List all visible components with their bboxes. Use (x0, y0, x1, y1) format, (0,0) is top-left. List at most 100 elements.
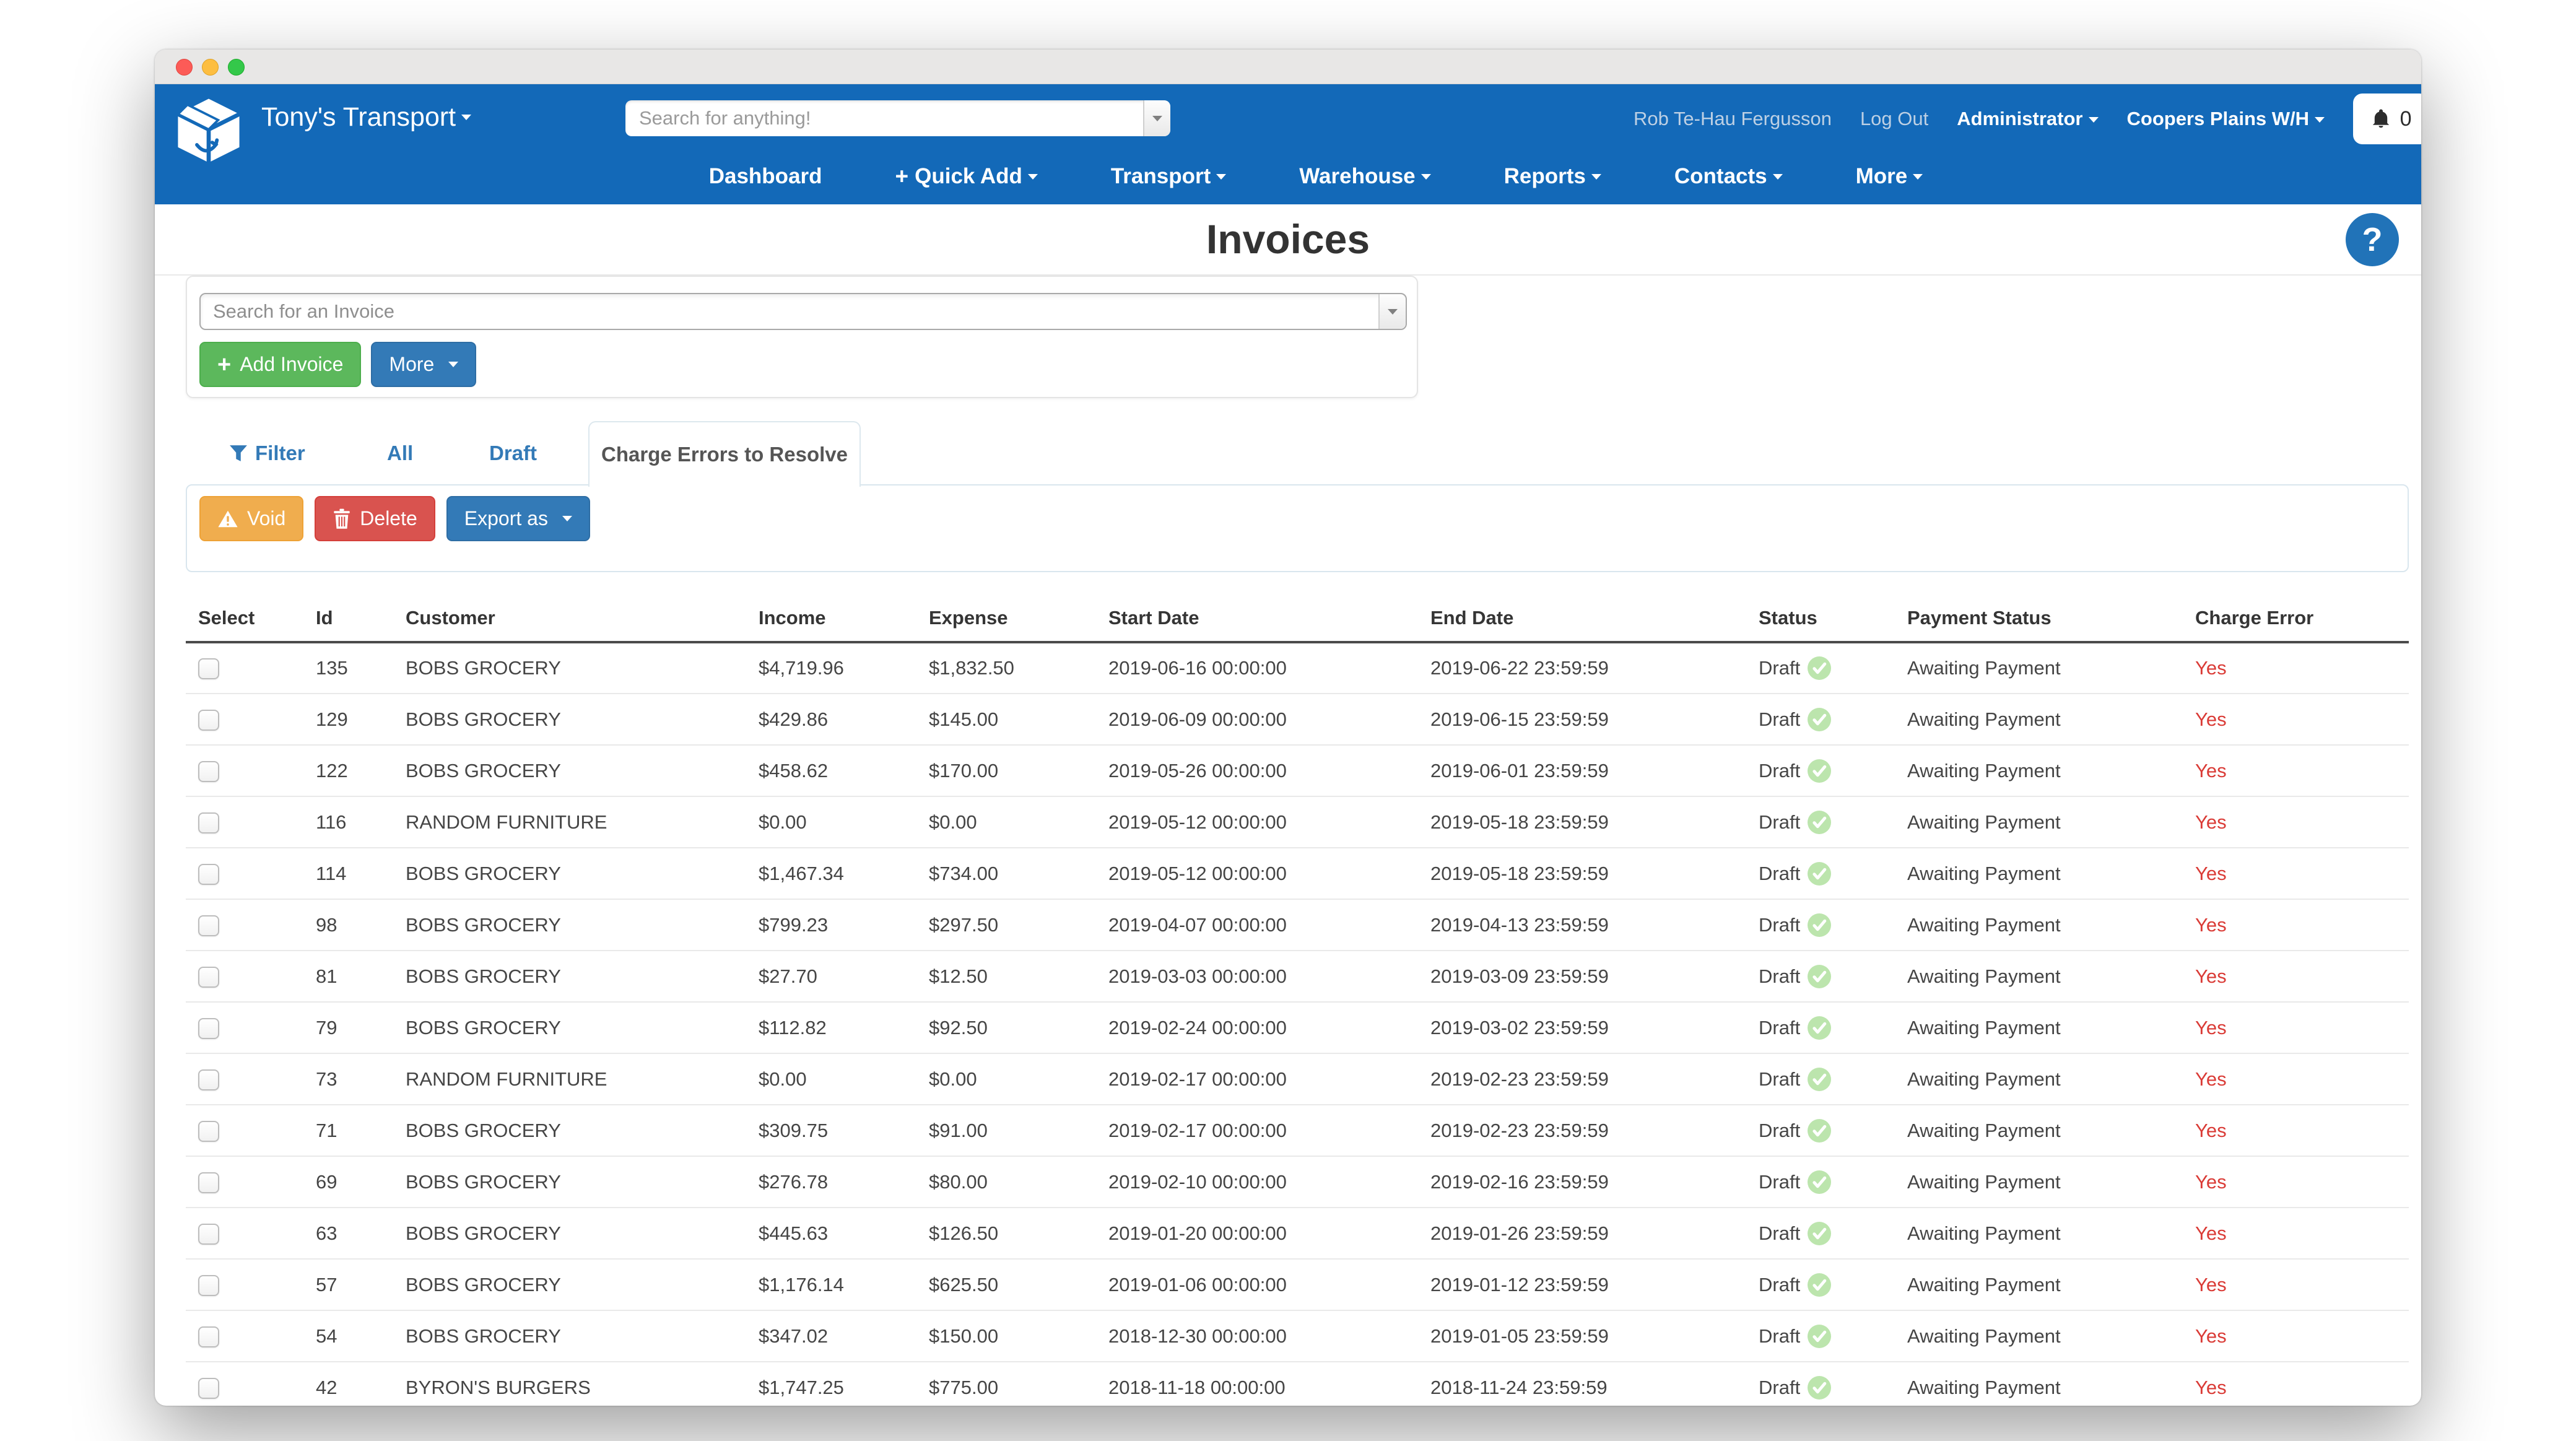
row-select-checkbox[interactable] (198, 1172, 219, 1193)
combo-arrow-icon[interactable] (1378, 294, 1406, 329)
nav-menu-item[interactable]: Warehouse (1299, 164, 1430, 189)
cell-income: $1,467.34 (759, 848, 929, 899)
plus-icon: + (895, 163, 909, 189)
cell-start-date: 2019-01-06 00:00:00 (1108, 1259, 1430, 1310)
cell-start-date: 2018-12-30 00:00:00 (1108, 1310, 1430, 1362)
row-select-checkbox[interactable] (198, 915, 219, 936)
cell-end-date: 2019-02-16 23:59:59 (1430, 1156, 1759, 1208)
nav-menu-item[interactable]: Transport (1111, 164, 1226, 189)
logout-link[interactable]: Log Out (1860, 108, 1928, 130)
cell-status: Draft (1759, 1208, 1907, 1259)
zoom-window-button[interactable] (228, 59, 245, 76)
cell-customer: BOBS GROCERY (406, 694, 759, 745)
cell-customer: BOBS GROCERY (406, 848, 759, 899)
cell-id: 79 (316, 1002, 406, 1053)
cell-expense: $80.00 (929, 1156, 1108, 1208)
row-select-checkbox[interactable] (198, 1224, 219, 1245)
row-select-checkbox[interactable] (198, 710, 219, 731)
brand-menu[interactable]: Tony's Transport (261, 98, 471, 136)
row-select-checkbox[interactable] (198, 1378, 219, 1399)
check-circle-icon (1808, 1170, 1831, 1194)
void-button[interactable]: Void (199, 496, 303, 541)
check-circle-icon (1808, 1325, 1831, 1348)
chevron-down-icon (1773, 174, 1783, 180)
cell-status: Draft (1759, 848, 1907, 899)
invoice-row: 69 BOBS GROCERY $276.78 $80.00 2019-02-1… (186, 1156, 2409, 1208)
cell-payment-status: Awaiting Payment (1907, 1105, 2195, 1156)
cell-status: Draft (1759, 1105, 1907, 1156)
cell-expense: $92.50 (929, 1002, 1108, 1053)
cell-customer: BOBS GROCERY (406, 951, 759, 1002)
cell-status: Draft (1759, 694, 1907, 745)
minimize-window-button[interactable] (202, 59, 219, 76)
macos-titlebar (155, 50, 2421, 84)
cell-id: 122 (316, 745, 406, 796)
col-start-date: Start Date (1108, 594, 1430, 642)
global-search-placeholder: Search for anything! (625, 100, 1143, 136)
tab-all[interactable]: All (387, 421, 413, 485)
nav-menu-item[interactable]: Dashboard (709, 164, 822, 189)
global-search-input[interactable]: Search for anything! (625, 100, 1170, 136)
add-invoice-button[interactable]: + Add Invoice (199, 342, 361, 387)
tab-draft[interactable]: Draft (489, 421, 537, 485)
close-window-button[interactable] (176, 59, 193, 76)
row-select-checkbox[interactable] (198, 967, 219, 988)
export-as-button[interactable]: Export as (446, 496, 590, 541)
nav-menu-item[interactable]: Contacts (1674, 164, 1783, 189)
cell-expense: $1,832.50 (929, 642, 1108, 694)
help-button[interactable]: ? (2346, 213, 2399, 266)
notifications-button[interactable]: 0 (2353, 94, 2421, 144)
app-window: Tony's Transport Search for anything! Ro… (155, 50, 2421, 1406)
cell-status: Draft (1759, 1156, 1907, 1208)
col-charge-error: Charge Error (2195, 594, 2409, 642)
row-select-checkbox[interactable] (198, 658, 219, 679)
top-navbar: Tony's Transport Search for anything! Ro… (155, 84, 2421, 204)
nav-menu-item[interactable]: More (1856, 164, 1923, 189)
invoice-row: 63 BOBS GROCERY $445.63 $126.50 2019-01-… (186, 1208, 2409, 1259)
combo-arrow-icon[interactable] (1143, 100, 1170, 136)
cell-start-date: 2019-06-16 00:00:00 (1108, 642, 1430, 694)
delete-button[interactable]: Delete (315, 496, 435, 541)
nav-menu-item[interactable]: + Quick Add (895, 163, 1038, 189)
bell-icon (2370, 108, 2391, 129)
invoice-search-select[interactable]: Search for an Invoice (199, 293, 1407, 330)
cell-start-date: 2019-05-12 00:00:00 (1108, 796, 1430, 848)
cell-status: Draft (1759, 1053, 1907, 1105)
row-select-checkbox[interactable] (198, 761, 219, 782)
check-circle-icon (1808, 1068, 1831, 1091)
invoice-row: 129 BOBS GROCERY $429.86 $145.00 2019-06… (186, 694, 2409, 745)
warehouse-menu[interactable]: Coopers Plains W/H (2127, 108, 2325, 130)
tab-charge-errors-to-resolve[interactable]: Charge Errors to Resolve (588, 421, 861, 487)
nav-menu-item-label: More (1856, 164, 1908, 189)
nav-menu-item-label: Quick Add (915, 164, 1022, 189)
role-menu[interactable]: Administrator (1957, 108, 2098, 130)
status-text: Draft (1759, 1274, 1800, 1296)
row-select-checkbox[interactable] (198, 1121, 219, 1142)
cell-end-date: 2019-05-18 23:59:59 (1430, 796, 1759, 848)
check-circle-icon (1808, 1273, 1831, 1297)
cell-charge-error: Yes (2195, 1259, 2409, 1310)
user-name-link[interactable]: Rob Te-Hau Fergusson (1634, 108, 1832, 130)
status-text: Draft (1759, 863, 1800, 885)
nav-menu-item-label: Dashboard (709, 164, 822, 189)
cell-id: 98 (316, 899, 406, 951)
col-status: Status (1759, 594, 1907, 642)
check-circle-icon (1808, 1376, 1831, 1400)
col-end-date: End Date (1430, 594, 1759, 642)
row-select-checkbox[interactable] (198, 864, 219, 885)
tab-filter[interactable]: Filter (229, 421, 305, 485)
row-select-checkbox[interactable] (198, 1018, 219, 1039)
row-select-checkbox[interactable] (198, 1326, 219, 1347)
row-select-checkbox[interactable] (198, 1275, 219, 1296)
row-select-checkbox[interactable] (198, 812, 219, 834)
nav-menu-item[interactable]: Reports (1504, 164, 1601, 189)
invoice-search-placeholder: Search for an Invoice (201, 294, 1378, 329)
chevron-down-icon (562, 516, 572, 521)
row-select-checkbox[interactable] (198, 1069, 219, 1091)
cell-id: 69 (316, 1156, 406, 1208)
status-text: Draft (1759, 708, 1800, 731)
cell-payment-status: Awaiting Payment (1907, 642, 2195, 694)
cell-expense: $150.00 (929, 1310, 1108, 1362)
cell-charge-error: Yes (2195, 694, 2409, 745)
more-button[interactable]: More (371, 342, 476, 387)
